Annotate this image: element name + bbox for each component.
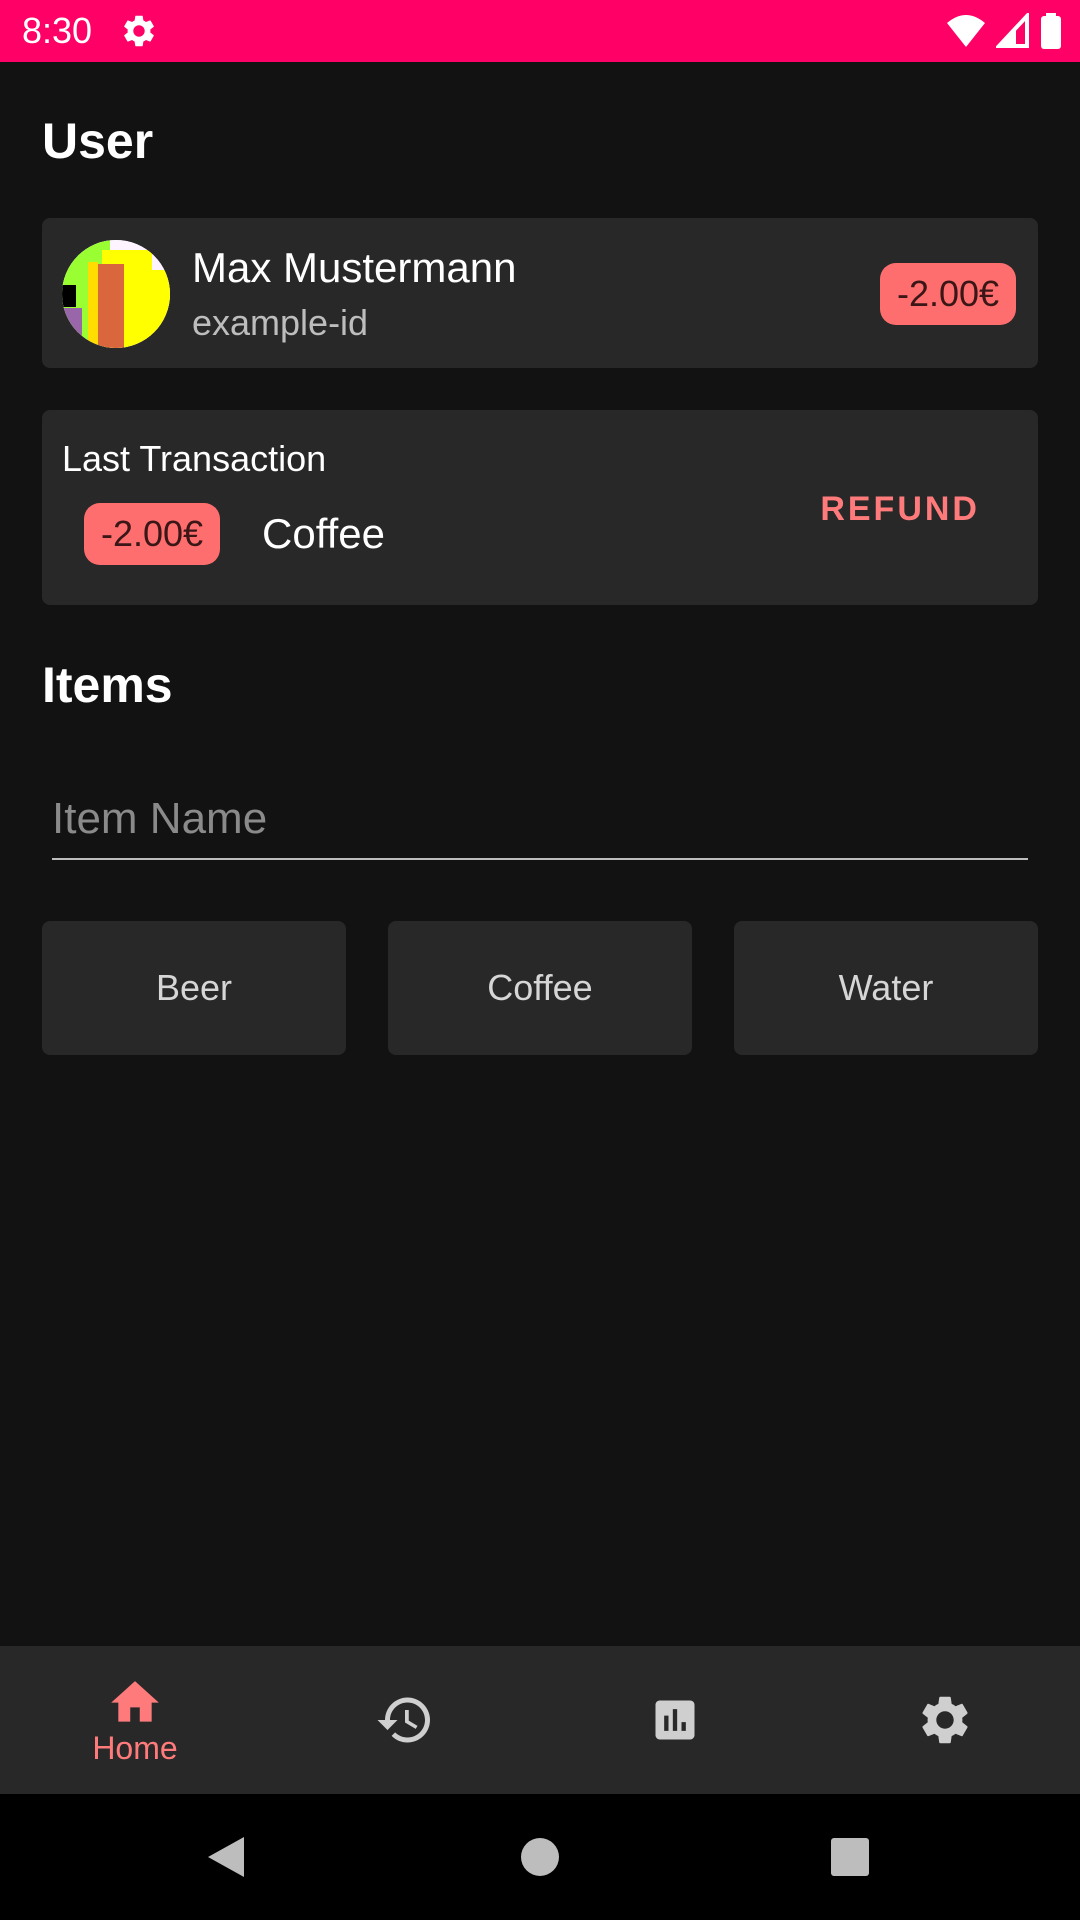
bar-chart-icon xyxy=(655,1700,695,1740)
refund-button[interactable]: REFUND xyxy=(820,490,980,529)
nav-settings[interactable] xyxy=(810,1646,1080,1794)
system-home-button[interactable] xyxy=(460,1794,620,1920)
transaction-item-name: Coffee xyxy=(262,510,385,557)
transaction-amount-badge: -2.00€ xyxy=(84,503,220,565)
item-name-field xyxy=(52,780,1028,860)
user-id: example-id xyxy=(192,302,369,343)
user-card[interactable]: Max Mustermann example-id -2.00€ xyxy=(42,218,1038,368)
system-back-button[interactable] xyxy=(146,1794,306,1920)
system-navigation-bar xyxy=(0,1794,1080,1920)
items-section-title: Items xyxy=(42,657,173,713)
home-circle-icon xyxy=(521,1838,559,1876)
back-triangle-icon xyxy=(208,1837,244,1877)
settings-icon xyxy=(124,15,154,47)
status-bar: 8:30 xyxy=(0,0,1080,62)
history-icon xyxy=(377,1697,430,1743)
recents-square-icon xyxy=(831,1838,869,1876)
avatar xyxy=(62,240,170,348)
status-time: 8:30 xyxy=(22,10,93,51)
nav-statistics[interactable] xyxy=(540,1646,810,1794)
system-recents-button[interactable] xyxy=(770,1794,930,1920)
last-transaction-card: Last Transaction -2.00€ Coffee REFUND xyxy=(42,410,1038,605)
home-icon xyxy=(111,1680,159,1722)
battery-icon xyxy=(1041,13,1061,49)
nav-home[interactable]: Home xyxy=(0,1646,270,1794)
nav-history[interactable] xyxy=(270,1646,540,1794)
item-button-water[interactable]: Water xyxy=(734,921,1038,1055)
bottom-navigation: Home xyxy=(0,1646,1080,1794)
user-name: Max Mustermann xyxy=(192,244,517,291)
balance-badge: -2.00€ xyxy=(880,263,1016,325)
wifi-icon xyxy=(947,15,985,47)
nav-home-label: Home xyxy=(92,1729,178,1766)
item-button-coffee[interactable]: Coffee xyxy=(388,921,692,1055)
last-transaction-title: Last Transaction xyxy=(62,438,327,479)
item-name-input[interactable] xyxy=(52,780,1028,858)
gear-icon xyxy=(922,1696,968,1744)
item-button-beer[interactable]: Beer xyxy=(42,921,346,1055)
status-icons xyxy=(946,12,1062,50)
cell-signal-icon xyxy=(996,13,1029,48)
user-section-title: User xyxy=(42,113,154,169)
